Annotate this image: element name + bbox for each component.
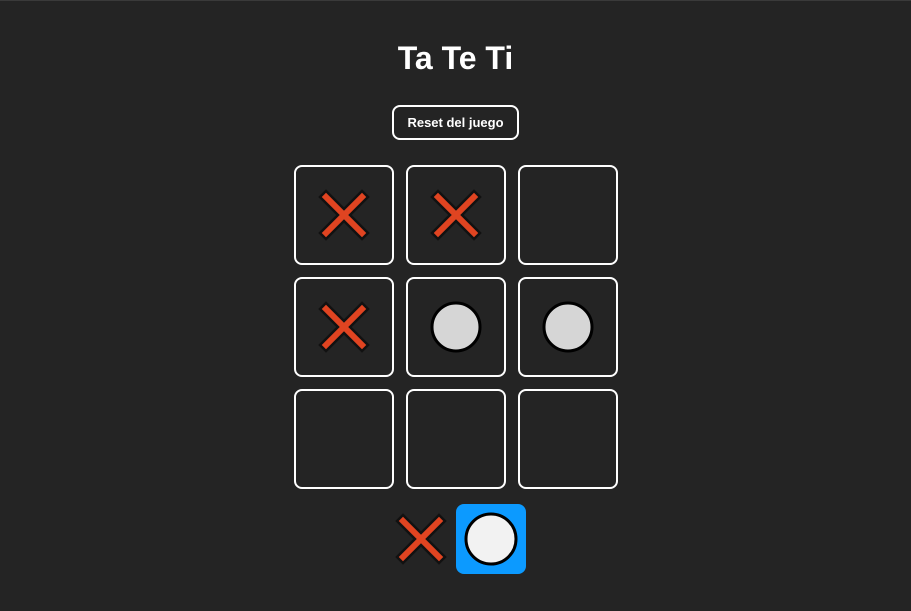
board-cell-5[interactable]: [406, 277, 506, 377]
o-mark-icon: [430, 301, 482, 353]
board-cell-3[interactable]: [518, 165, 618, 265]
reset-button[interactable]: Reset del juego: [392, 105, 519, 140]
game-page: Ta Te Ti Reset del juego: [0, 0, 911, 611]
board-cell-8[interactable]: [406, 389, 506, 489]
top-border: [0, 0, 911, 1]
x-mark-icon: [318, 301, 370, 353]
x-mark-icon: [318, 189, 370, 241]
board-cell-4[interactable]: [294, 277, 394, 377]
x-mark-icon: [395, 513, 447, 565]
board-cell-9[interactable]: [518, 389, 618, 489]
o-mark-icon: [542, 301, 594, 353]
board-cell-2[interactable]: [406, 165, 506, 265]
board-cell-7[interactable]: [294, 389, 394, 489]
turn-indicator-o-active: [456, 504, 526, 574]
turn-indicator-x: [386, 504, 456, 574]
o-mark-icon: [464, 512, 518, 566]
board-cell-6[interactable]: [518, 277, 618, 377]
board-cell-1[interactable]: [294, 165, 394, 265]
game-board: [294, 165, 618, 489]
page-title: Ta Te Ti: [397, 40, 514, 76]
x-mark-icon: [430, 189, 482, 241]
